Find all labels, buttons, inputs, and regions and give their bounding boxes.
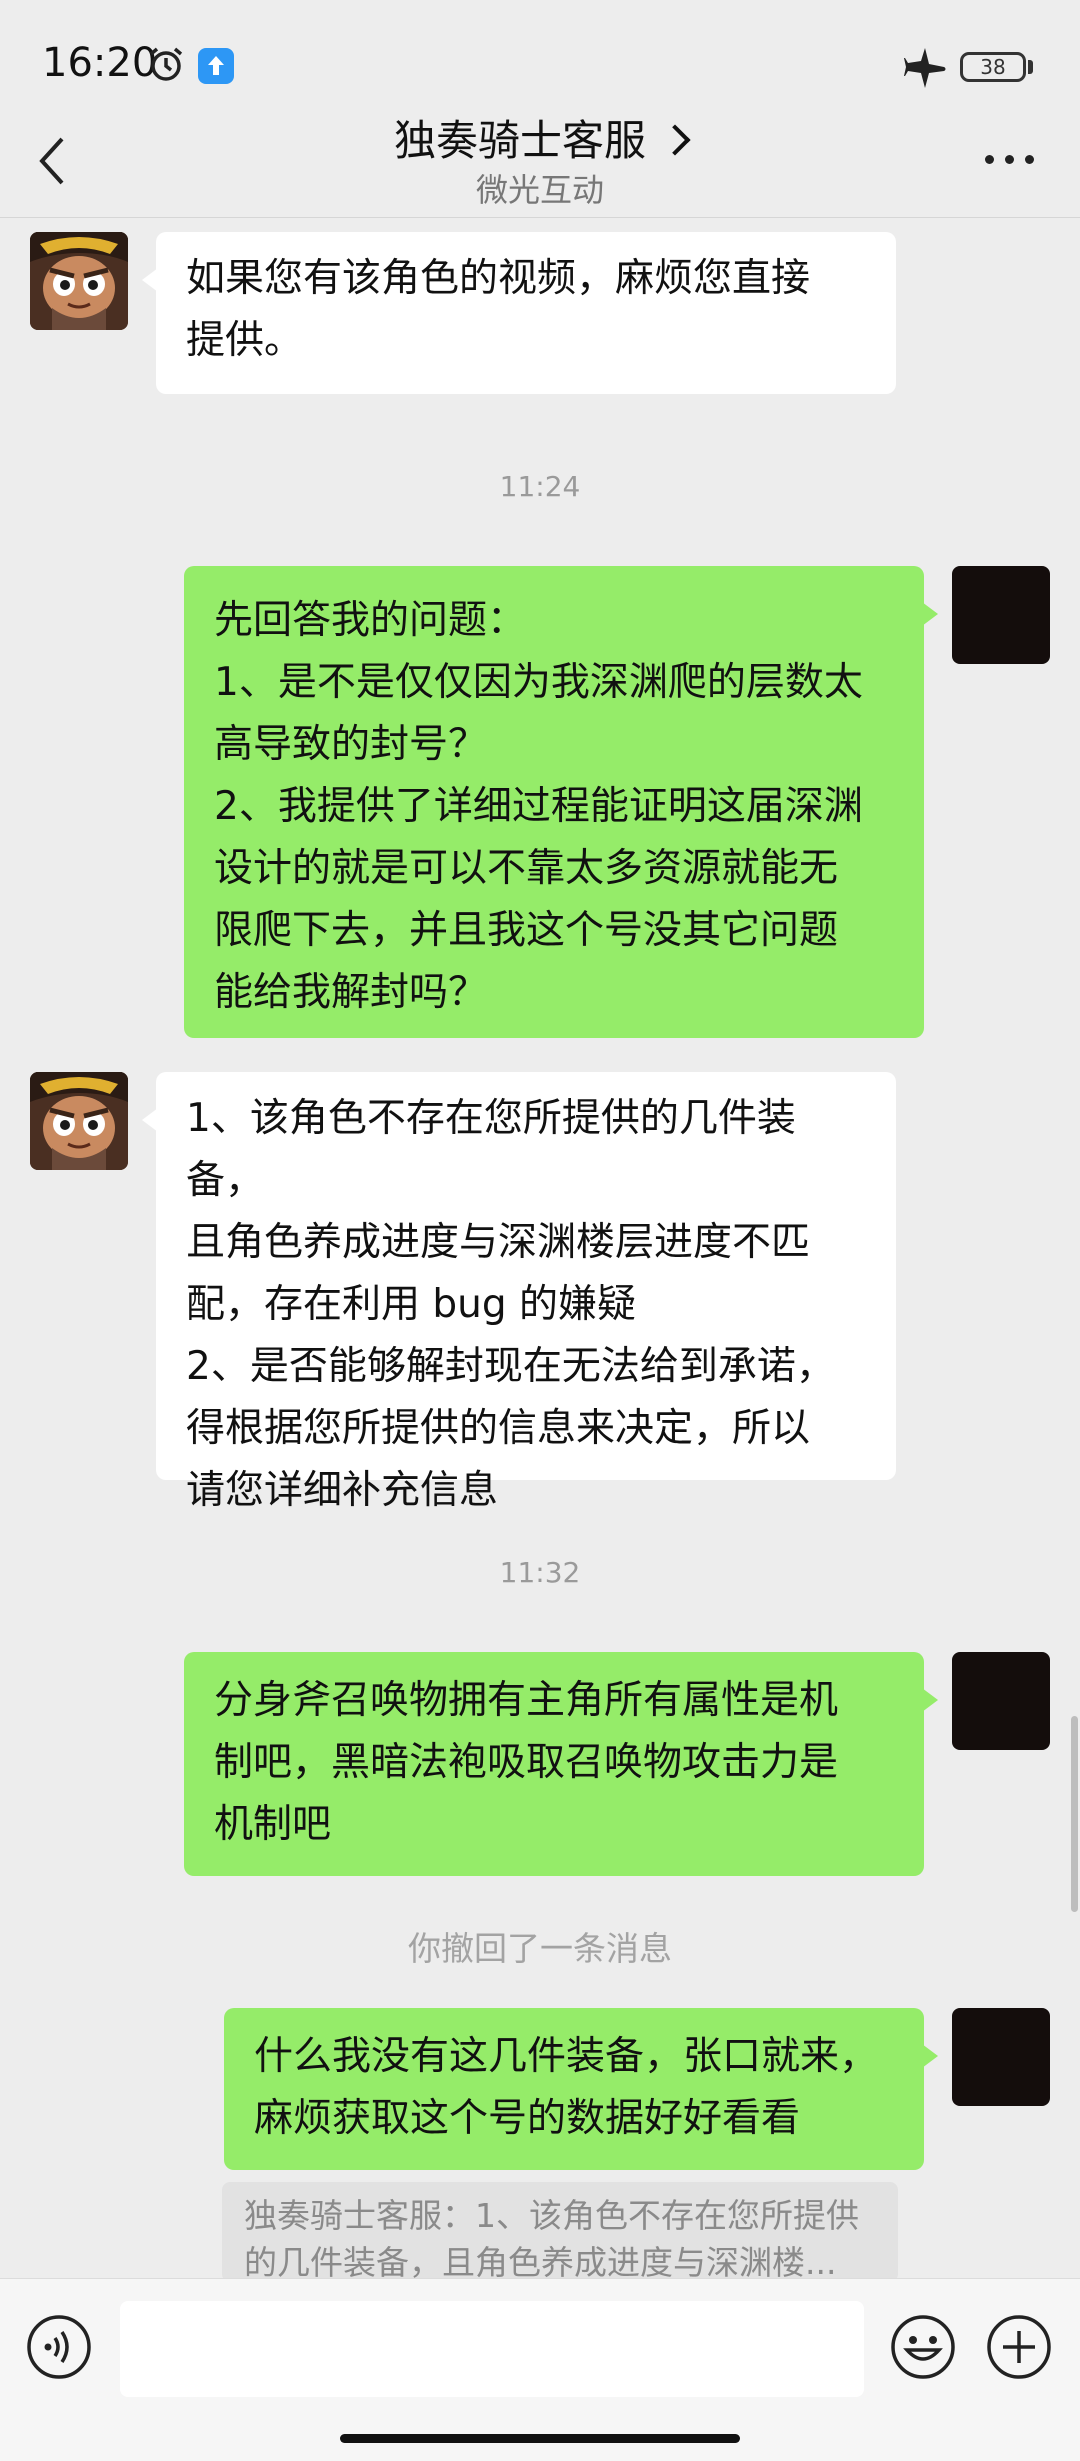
avatar-self[interactable] <box>952 566 1050 664</box>
chat-subtitle: 微光互动 <box>475 171 604 209</box>
quoted-message-text: 独奏骑士客服：1、该角色不存在您所提供 的几件装备，且角色养成进度与深渊楼... <box>244 2196 859 2282</box>
avatar-support[interactable] <box>30 1072 128 1170</box>
message-incoming[interactable]: 1、该角色不存在您所提供的几件装备， 且角色养成进度与深渊楼层进度不匹 配，存在… <box>142 1072 896 1513</box>
status-time: 16:20 <box>42 40 158 86</box>
battery-indicator: 38 <box>960 52 1026 82</box>
more-options-icon[interactable] <box>985 155 1035 169</box>
message-outgoing[interactable]: 先回答我的问题： 1、是不是仅仅因为我深渊爬的层数太 高导致的封号？ 2、我提供… <box>184 566 938 1038</box>
quoted-message[interactable]: 独奏骑士客服：1、该角色不存在您所提供 的几件装备，且角色养成进度与深渊楼... <box>222 2182 898 2282</box>
battery-tip <box>1028 60 1033 74</box>
alarm-icon <box>149 47 183 81</box>
plus-icon[interactable] <box>986 2314 1052 2380</box>
chat-title[interactable]: 独奏骑士客服 <box>394 116 646 165</box>
message-incoming[interactable]: 如果您有该角色的视频，麻烦您直接 提供。 <box>142 232 896 394</box>
emoji-icon[interactable] <box>890 2314 956 2380</box>
timestamp: 11:24 <box>499 470 581 503</box>
message-outgoing[interactable]: 什么我没有这几件装备，张口就来， 麻烦获取这个号的数据好好看看 <box>224 2008 938 2170</box>
timestamp: 11:32 <box>499 1556 581 1589</box>
chevron-right-icon <box>659 124 691 156</box>
notification-app-icon <box>198 48 234 84</box>
message-outgoing[interactable]: 分身斧召唤物拥有主角所有属性是机 制吧，黑暗法袍吸取召唤物攻击力是 机制吧 <box>184 1652 938 1876</box>
avatar-support[interactable] <box>30 232 128 330</box>
chat-header: 独奏骑士客服 微光互动 <box>0 95 1080 218</box>
home-indicator[interactable] <box>340 2434 740 2443</box>
avatar-self[interactable] <box>952 1652 1050 1750</box>
chat-title-wrap[interactable]: 独奏骑士客服 <box>0 107 1080 168</box>
message-input[interactable] <box>120 2301 864 2397</box>
scrollbar[interactable] <box>1071 1716 1078 1912</box>
voice-input-icon[interactable] <box>26 2314 92 2380</box>
airplane-mode-icon <box>904 48 946 88</box>
avatar-self[interactable] <box>952 2008 1050 2106</box>
recalled-message-note: 你撤回了一条消息 <box>408 1929 672 1968</box>
